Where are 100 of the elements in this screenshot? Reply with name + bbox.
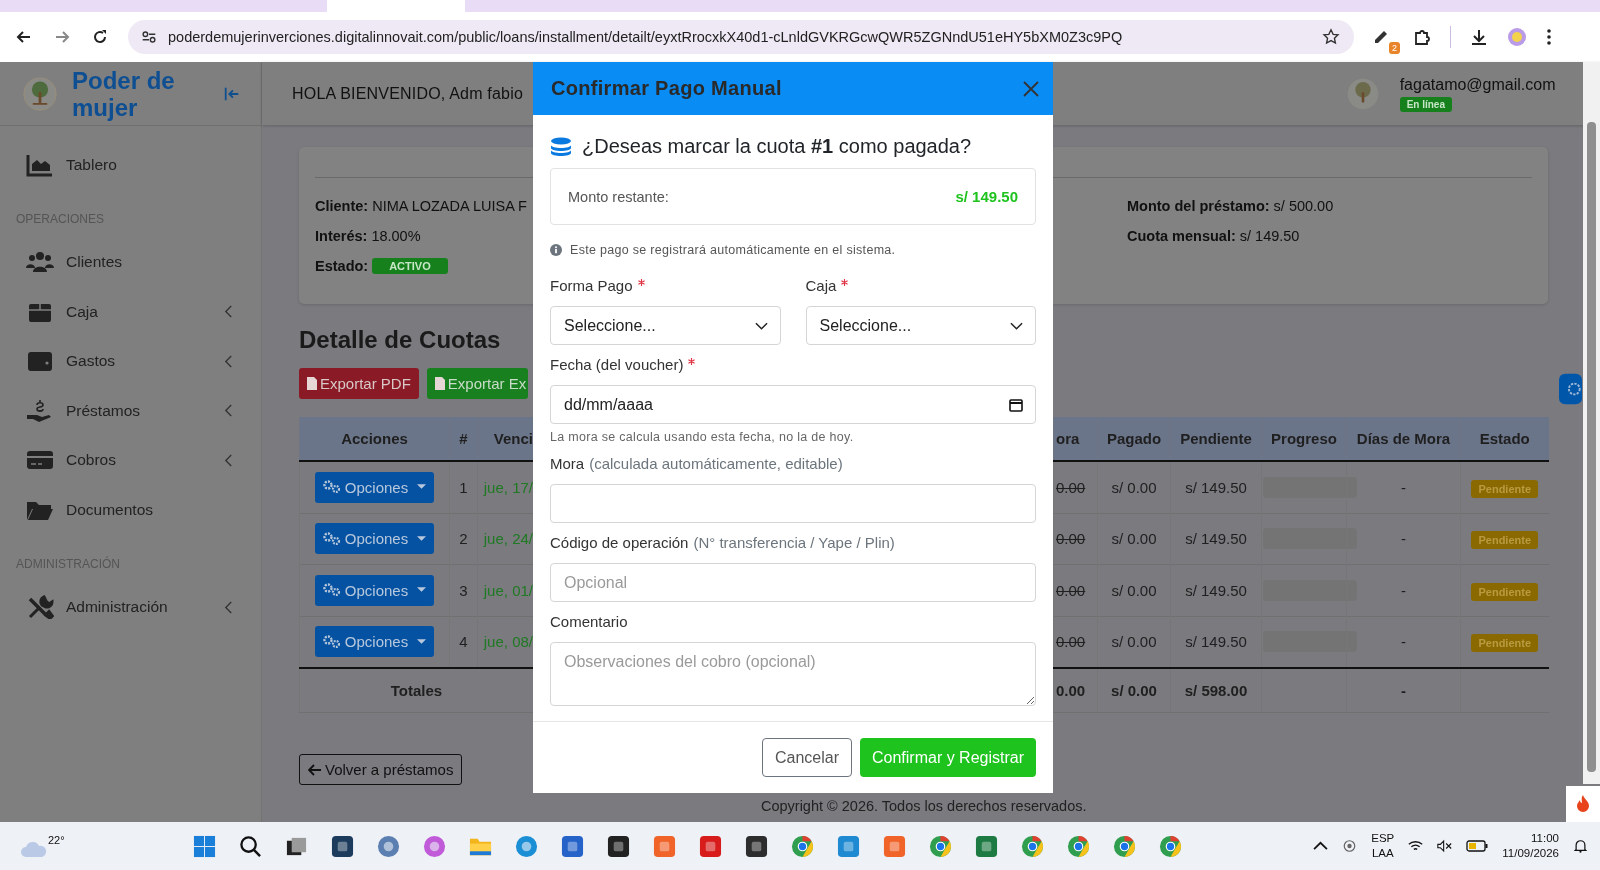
table-cell: 2 (449, 513, 478, 565)
field-value: NIMA LOZADA LUISA F (372, 198, 527, 214)
column-header: Pagado (1097, 417, 1171, 461)
field-note: (N° transferencia / Yape / Plin) (693, 534, 895, 551)
field-label: Comentario (550, 613, 628, 630)
chevron-icon (224, 354, 233, 368)
app-icon[interactable] (607, 834, 630, 858)
status-badge: Pendiente (1471, 479, 1539, 498)
wifi-icon[interactable] (1408, 839, 1424, 853)
chevron-down-icon (754, 321, 768, 330)
fire-icon[interactable] (1566, 786, 1600, 822)
browser-icon[interactable] (1159, 834, 1182, 858)
coins-icon (550, 136, 572, 157)
menu-icon[interactable] (1545, 27, 1553, 47)
hand-icon (26, 398, 54, 423)
column-header: ora (1053, 417, 1098, 461)
profile-avatar-icon[interactable] (1507, 27, 1527, 47)
star-icon (1322, 28, 1340, 46)
notification-badge: 2 (1389, 42, 1400, 54)
field-note: (calculada automáticamente, editable) (589, 455, 843, 472)
clock[interactable]: 11:00 11/09/2026 (1502, 831, 1559, 861)
sidebar-item[interactable]: Documentos (0, 485, 261, 535)
gears-icon (322, 634, 341, 649)
column-header: # (449, 417, 478, 461)
bell-icon[interactable] (1573, 839, 1588, 853)
sidebar-item[interactable]: Administración (0, 582, 261, 632)
browser-icon[interactable] (929, 834, 952, 858)
gears-icon (322, 531, 341, 546)
sidebar-item[interactable]: Préstamos (0, 386, 261, 436)
app-icon[interactable] (331, 834, 354, 858)
chevron-up-icon[interactable] (1313, 839, 1329, 853)
options-button[interactable]: Opciones (314, 523, 435, 555)
column-header: Progreso (1261, 417, 1347, 461)
chevron-icon (224, 600, 233, 614)
info-note: Este pago se registrará automáticamente en el sistema. (570, 243, 896, 257)
confirm-button[interactable]: Confirmar y Registrar (859, 738, 1036, 777)
table-cell: s/ 0.00 (1097, 616, 1171, 668)
start-icon[interactable] (193, 834, 216, 858)
field-label: Fecha (del voucher) (550, 356, 684, 373)
column-header: Pendiente (1170, 417, 1262, 461)
date-field[interactable]: dd/mm/aaaa (550, 385, 1036, 424)
input-field[interactable]: Opcional (550, 563, 1036, 602)
browser-icon[interactable] (1021, 834, 1044, 858)
arrow-left-icon (308, 763, 322, 776)
field-value: 18.00% (371, 228, 421, 244)
browser-icon[interactable] (1113, 834, 1136, 858)
app-icon[interactable] (745, 834, 768, 858)
select-field[interactable]: Seleccione... (805, 306, 1036, 345)
calendar-icon (1009, 397, 1023, 412)
browser-icon[interactable] (1067, 834, 1090, 858)
options-button[interactable]: Opciones (314, 626, 435, 658)
sidebar-item[interactable]: Tablero (0, 140, 261, 190)
caret-icon (417, 638, 427, 645)
export-pdf-button[interactable]: Exportar PDF (299, 368, 419, 399)
options-button[interactable]: Opciones (314, 574, 435, 606)
status-badge: ACTIVO (372, 258, 448, 274)
sidebar-item[interactable]: Caja (0, 287, 261, 337)
cancel-button[interactable]: Cancelar (761, 738, 852, 777)
column-header: Estado (1460, 417, 1549, 461)
tree-logo-icon (1345, 76, 1380, 111)
chevron-icon (224, 404, 233, 418)
select-field[interactable]: Seleccione... (550, 306, 781, 345)
field-label: Interés: (315, 228, 368, 244)
site-settings-icon (140, 28, 158, 46)
table-cell: s/ 149.50 (1170, 564, 1262, 616)
field-label: Código de operación (550, 534, 689, 551)
field-value: s/ 149.50 (1239, 228, 1300, 244)
input-field[interactable] (550, 484, 1036, 523)
field-label: Mora (550, 455, 585, 472)
battery-icon[interactable] (1466, 839, 1489, 853)
browser-icon[interactable] (791, 834, 814, 858)
sidebar-item[interactable]: Cobros (0, 435, 261, 485)
speaker-muted-icon[interactable] (1437, 839, 1453, 853)
search-icon[interactable] (239, 834, 262, 858)
caret-icon (417, 484, 427, 491)
puzzle-icon[interactable] (1412, 27, 1432, 47)
table-cell: s/ 598.00 (1170, 668, 1262, 713)
download-icon[interactable] (1469, 27, 1489, 47)
export-excel-button[interactable]: Exportar Ex (426, 368, 529, 399)
status-badge: Pendiente (1471, 531, 1539, 550)
table-cell: 1 (449, 461, 478, 513)
table-cell: s/ 149.50 (1170, 616, 1262, 668)
amount-value: s/ 149.50 (955, 188, 1018, 205)
column-header: Venci (477, 417, 534, 461)
address-bar[interactable]: poderdemujerinverciones.digitalinnovait.com/public/loans/installment/detailt/eyxtRrocxkX40d1-cLnldGVKRGcwQWR5ZGNndU51eHY5bXM0Z3c9PQ (128, 20, 1354, 54)
back-button[interactable]: Volver a préstamos (299, 754, 463, 785)
table-cell: 4 (449, 616, 478, 668)
user-email: fagatamo@gmail.com (1399, 75, 1556, 94)
file-icon (434, 377, 445, 390)
tree-logo-icon (22, 75, 58, 112)
status-badge: En línea (1399, 96, 1452, 112)
field-label: Caja (805, 277, 837, 294)
comment-field[interactable]: Observaciones del cobro (opcional) (550, 642, 1036, 706)
language-indicator[interactable]: ESP LAA (1371, 831, 1395, 861)
options-button[interactable]: Opciones (314, 471, 435, 503)
column-header: Acciones (299, 417, 450, 461)
sidebar-item[interactable]: Gastos (0, 336, 261, 386)
sidebar-item[interactable]: Clientes (0, 237, 261, 287)
scrollbar[interactable] (1583, 62, 1600, 784)
close-icon[interactable] (1023, 80, 1039, 97)
